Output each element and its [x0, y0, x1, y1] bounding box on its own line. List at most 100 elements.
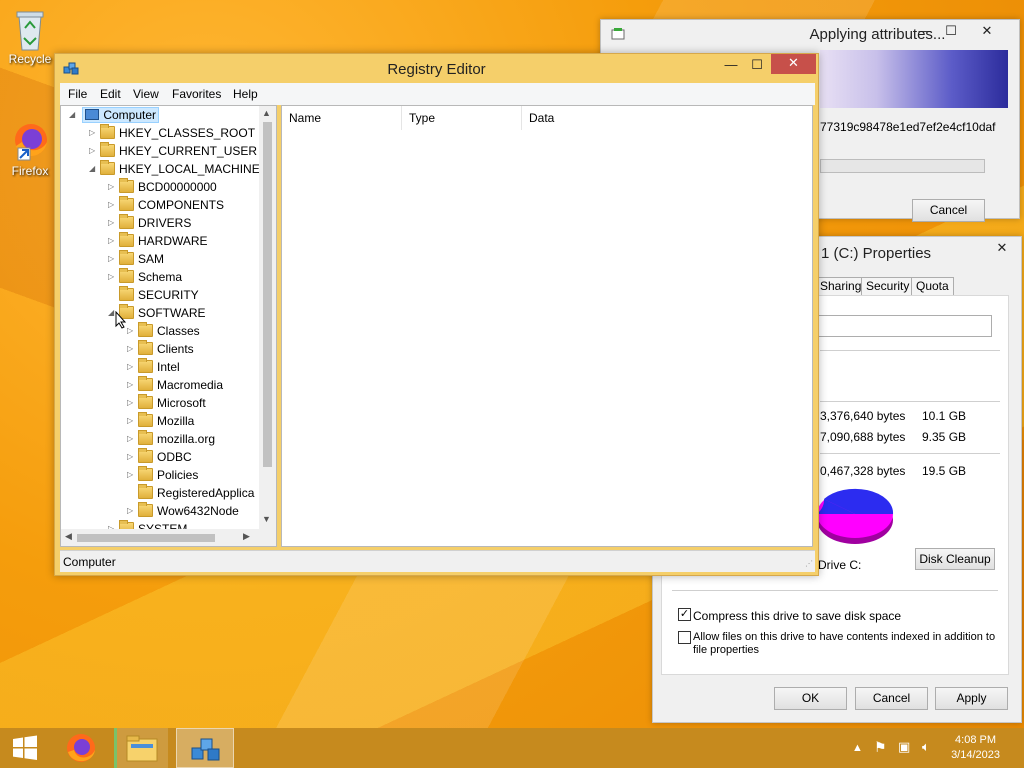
expand-arrow-icon[interactable]: ▷ [127, 394, 137, 412]
expand-arrow-icon[interactable]: ▷ [127, 376, 137, 394]
disk-cleanup-button[interactable]: Disk Cleanup [915, 548, 995, 570]
menu-file[interactable]: File [68, 87, 87, 101]
used-space-bytes: 3,376,640 bytes [820, 409, 906, 423]
tree-node[interactable]: ▷ mozilla.org [127, 430, 215, 448]
column-header-data[interactable]: Data [522, 106, 812, 130]
scrollbar-thumb[interactable] [77, 534, 215, 542]
ok-button[interactable]: OK [774, 687, 847, 710]
values-list[interactable]: Name Type Data [281, 105, 813, 547]
compress-checkbox[interactable]: ✓ [678, 608, 691, 621]
tree-node-hklm[interactable]: ◢ HKEY_LOCAL_MACHINE [89, 160, 260, 178]
tree-label: Clients [157, 342, 194, 356]
expand-arrow-icon[interactable]: ▷ [127, 340, 137, 358]
tree-node[interactable]: ▷ Policies [127, 466, 198, 484]
apply-button[interactable]: Apply [935, 687, 1008, 710]
tree-node[interactable]: ▷ Microsoft [127, 394, 206, 412]
tree-node[interactable]: ▷ Mozilla [127, 412, 194, 430]
tree-node[interactable]: ▷ Macromedia [127, 376, 223, 394]
column-header-name[interactable]: Name [282, 106, 402, 130]
start-button[interactable] [0, 728, 50, 768]
firefox-shortcut[interactable]: Firefox [8, 120, 52, 178]
scroll-down-icon[interactable]: ▼ [262, 514, 271, 524]
close-button[interactable]: ✕ [967, 22, 1007, 42]
tab-security[interactable]: Security [861, 277, 915, 296]
show-hidden-icons-icon[interactable]: ▲ [852, 742, 863, 754]
cancel-button[interactable]: Cancel [855, 687, 928, 710]
tree-node-hkcr[interactable]: ▷ HKEY_CLASSES_ROOT [89, 124, 255, 142]
close-button[interactable]: ✕ [985, 239, 1019, 259]
action-center-flag-icon[interactable]: ⚑ [874, 739, 887, 756]
column-header-type[interactable]: Type [402, 106, 522, 130]
recycle-bin-shortcut[interactable]: Recycle [0, 8, 60, 66]
taskbar-registry-editor[interactable] [176, 728, 234, 768]
tree-node[interactable]: ▷ Wow6432Node [127, 502, 239, 520]
menu-favorites[interactable]: Favorites [172, 87, 221, 101]
resize-grip-icon[interactable]: ⋰ [805, 559, 813, 568]
expand-arrow-icon[interactable]: ▷ [108, 214, 118, 232]
tree-node[interactable]: ▷ BCD00000000 [108, 178, 217, 196]
expand-arrow-icon[interactable]: ▷ [127, 502, 137, 520]
expand-arrow-icon[interactable]: ▷ [127, 322, 137, 340]
minimize-button[interactable]: — [719, 56, 743, 76]
progress-bar [820, 159, 985, 173]
expand-arrow-icon[interactable]: ▷ [108, 268, 118, 286]
expand-arrow-icon[interactable]: ▷ [127, 412, 137, 430]
tree-node[interactable]: RegisteredApplica [127, 484, 254, 502]
cancel-button[interactable]: Cancel [912, 199, 985, 222]
tree-label: SECURITY [138, 288, 199, 302]
tab-quota[interactable]: Quota [911, 277, 954, 296]
tree-node[interactable]: ▷ HARDWARE [108, 232, 208, 250]
expand-arrow-icon[interactable]: ▷ [108, 196, 118, 214]
expand-arrow-icon[interactable]: ▷ [127, 448, 137, 466]
apply-titlebar[interactable]: Applying attributes... — ☐ ✕ [601, 20, 1019, 50]
capacity-gb: 19.5 GB [922, 464, 967, 478]
tab-sharing[interactable]: Sharing [815, 277, 867, 296]
expand-arrow-icon[interactable]: ▷ [108, 250, 118, 268]
tree-node-computer[interactable]: ◢ Computer [69, 106, 160, 124]
menu-view[interactable]: View [133, 87, 159, 101]
expand-arrow-icon[interactable]: ▷ [127, 466, 137, 484]
scroll-left-icon[interactable]: ◀ [65, 531, 72, 542]
expand-arrow-icon[interactable]: ▷ [108, 232, 118, 250]
menu-edit[interactable]: Edit [100, 87, 121, 101]
tree-node-hkcu[interactable]: ▷ HKEY_CURRENT_USER [89, 142, 257, 160]
tree-node[interactable]: ▷ Schema [108, 268, 182, 286]
expand-arrow-icon[interactable]: ▷ [127, 358, 137, 376]
tree-node[interactable]: ▷ COMPONENTS [108, 196, 224, 214]
maximize-button[interactable]: ☐ [745, 56, 769, 76]
tree-node[interactable]: ▷ Clients [127, 340, 194, 358]
close-button[interactable]: ✕ [771, 54, 816, 74]
scroll-up-icon[interactable]: ▲ [262, 108, 271, 118]
divider [820, 401, 1000, 402]
system-clock[interactable]: 4:08 PM 3/14/2023 [951, 733, 1000, 763]
expand-arrow-icon[interactable]: ▷ [108, 178, 118, 196]
taskbar-file-explorer[interactable] [114, 728, 168, 768]
minimize-button[interactable]: — [916, 22, 934, 42]
index-checkbox[interactable] [678, 631, 691, 644]
expand-arrow-icon[interactable]: ▷ [89, 124, 99, 142]
network-icon[interactable]: ▣ [898, 739, 910, 755]
scrollbar-thumb[interactable] [263, 122, 272, 467]
drive-name-input[interactable] [814, 315, 992, 337]
tree-label: DRIVERS [138, 216, 192, 230]
collapse-arrow-icon[interactable]: ◢ [89, 160, 99, 178]
regedit-titlebar[interactable]: Registry Editor — ☐ ✕ [55, 54, 818, 82]
menu-help[interactable]: Help [233, 87, 258, 101]
expand-arrow-icon[interactable]: ▷ [89, 142, 99, 160]
maximize-button[interactable]: ☐ [942, 22, 960, 42]
scroll-right-icon[interactable]: ▶ [243, 531, 250, 542]
divider [672, 590, 998, 591]
volume-muted-icon[interactable]: 🔈︎ [922, 739, 930, 755]
expand-arrow-icon[interactable]: ▷ [127, 430, 137, 448]
tree-vertical-scrollbar[interactable]: ▲ ▼ [259, 106, 276, 546]
tree-node[interactable]: ▷ Intel [127, 358, 180, 376]
collapse-arrow-icon[interactable]: ◢ [69, 106, 79, 124]
registry-tree[interactable]: ◢ Computer ▷ HKEY_CLASSES_ROOT ▷ HKEY_CURR… [60, 105, 277, 547]
tree-node[interactable]: ▷ DRIVERS [108, 214, 191, 232]
taskbar-firefox[interactable] [57, 728, 107, 768]
tree-node[interactable]: ▷ ODBC [127, 448, 192, 466]
tree-node[interactable]: SECURITY [108, 286, 199, 304]
tree-node[interactable]: ▷ SAM [108, 250, 164, 268]
tree-horizontal-scrollbar[interactable]: ◀ ▶ [61, 529, 276, 546]
tree-node[interactable]: ▷ Classes [127, 322, 200, 340]
